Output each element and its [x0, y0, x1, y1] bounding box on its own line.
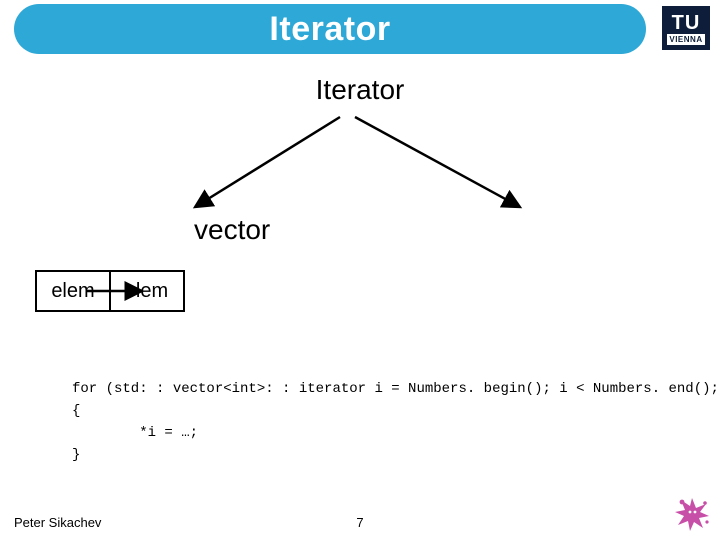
vector-label: vector — [194, 214, 270, 246]
logo-bottom: VIENNA — [667, 34, 704, 45]
code-line: } — [72, 447, 80, 463]
code-line: *i = …; — [72, 425, 198, 441]
title-bar: Iterator — [14, 4, 646, 54]
code-line: for (std: : vector<int>: : iterator i = … — [72, 381, 720, 397]
splat-icon — [672, 494, 712, 534]
code-line: { — [72, 403, 80, 419]
university-logo: TU VIENNA — [662, 6, 710, 50]
cell-arrow-icon — [84, 281, 154, 303]
slide: Iterator TU VIENNA Iterator vector elem … — [0, 0, 720, 540]
code-block: for (std: : vector<int>: : iterator i = … — [72, 378, 720, 466]
logo-top: TU — [672, 14, 701, 32]
slide-title: Iterator — [269, 10, 390, 49]
subtitle: Iterator — [0, 74, 720, 106]
branch-arrows-icon — [185, 112, 535, 212]
footer-page-number: 7 — [0, 515, 720, 530]
